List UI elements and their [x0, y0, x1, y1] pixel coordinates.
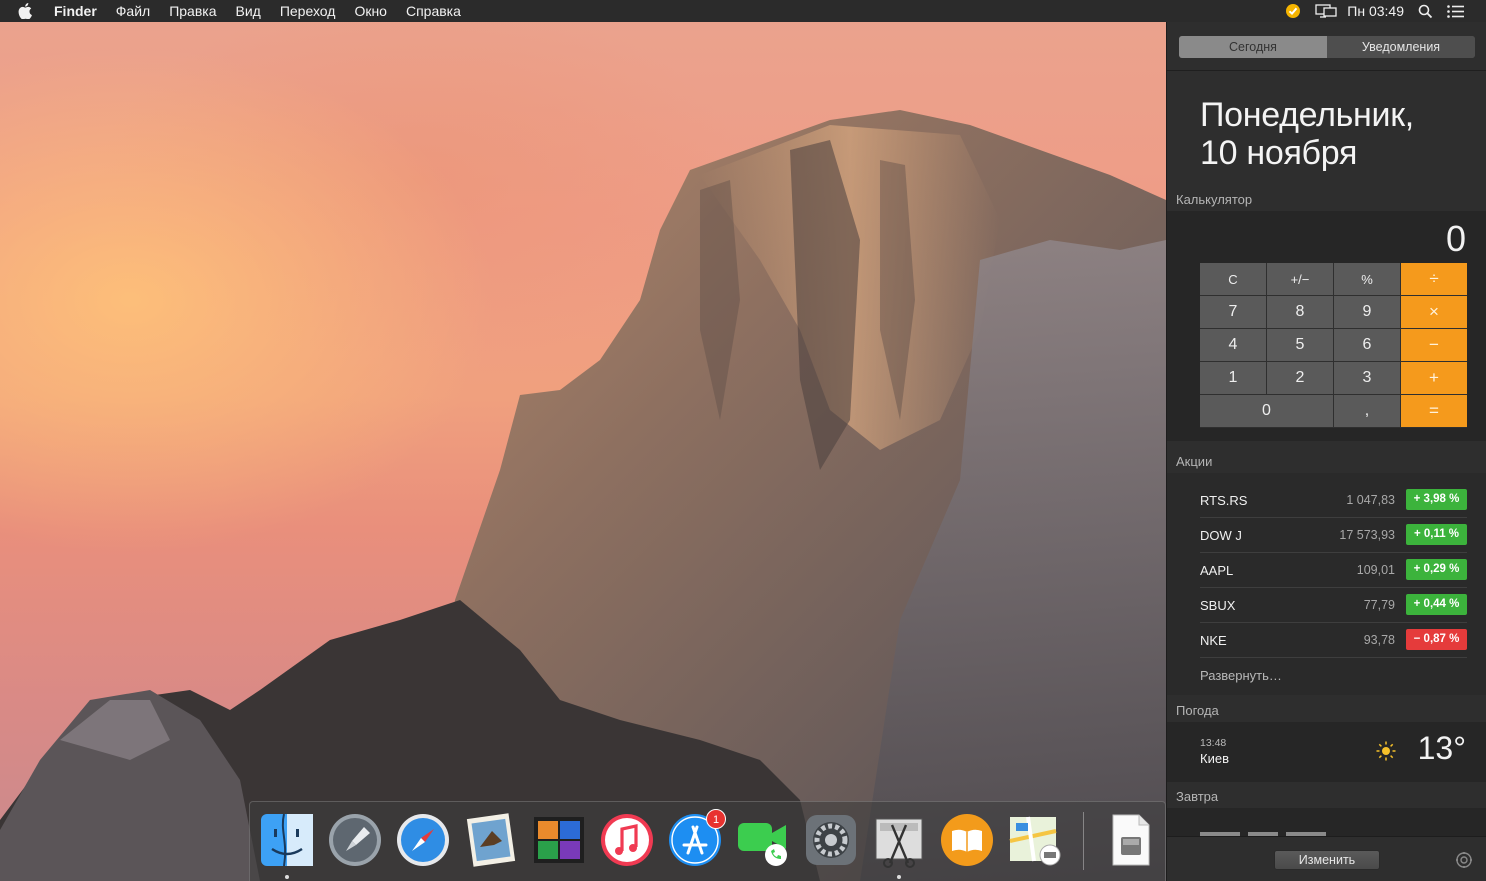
stock-symbol: SBUX — [1200, 598, 1236, 613]
calc-key-multiply[interactable]: × — [1401, 296, 1467, 328]
weather-temperature: 13° — [1417, 730, 1466, 766]
dock: 1 — [249, 801, 1166, 881]
menu-bar: Finder Файл Правка Вид Переход Окно Спра… — [0, 0, 1486, 22]
maps-icon[interactable] — [1006, 811, 1064, 869]
calculator-keypad: C +/− % ÷ 7 8 9 × 4 5 6 − 1 2 3 + 0 , = — [1200, 263, 1467, 428]
stock-price: 93,78 — [1363, 633, 1395, 647]
stock-row[interactable]: AAPL 109,01 + 0,29 % — [1200, 553, 1467, 588]
notification-center-footer: Изменить — [1167, 836, 1486, 881]
menu-file[interactable]: Файл — [116, 3, 150, 19]
stock-change-badge[interactable]: + 0,44 % — [1406, 594, 1467, 615]
mail-icon[interactable] — [462, 811, 520, 869]
stocks-widget-title: Акции — [1176, 454, 1213, 469]
date-day: 10 ноября — [1200, 134, 1358, 172]
apple-logo-icon[interactable] — [18, 3, 40, 19]
notification-center-icon[interactable] — [1447, 4, 1464, 18]
stock-symbol: DOW J — [1200, 528, 1242, 543]
calc-key-divide[interactable]: ÷ — [1401, 263, 1467, 295]
launchpad-icon[interactable] — [326, 811, 384, 869]
finder-icon[interactable] — [258, 811, 316, 869]
scissors-icon[interactable] — [870, 811, 928, 869]
menu-finder[interactable]: Finder — [54, 3, 97, 19]
stock-row[interactable]: NKE 93,78 − 0,87 % — [1200, 623, 1467, 658]
menu-view[interactable]: Вид — [236, 3, 261, 19]
menu-window[interactable]: Окно — [354, 3, 387, 19]
calc-key-8[interactable]: 8 — [1267, 296, 1333, 328]
stock-row[interactable]: RTS.RS 1 047,83 + 3,98 % — [1200, 483, 1467, 518]
sun-icon — [1375, 740, 1397, 767]
stock-row[interactable]: SBUX 77,79 + 0,44 % — [1200, 588, 1467, 623]
stock-change-badge[interactable]: + 0,11 % — [1406, 524, 1467, 545]
spotlight-search-icon[interactable] — [1418, 4, 1433, 19]
calc-key-clear[interactable]: C — [1200, 263, 1266, 295]
calc-key-2[interactable]: 2 — [1267, 362, 1333, 394]
stock-price: 17 573,93 — [1339, 528, 1395, 542]
calc-key-6[interactable]: 6 — [1334, 329, 1400, 361]
stocks-expand-link[interactable]: Развернуть… — [1200, 668, 1282, 683]
weather-widget-title: Погода — [1176, 703, 1219, 718]
stock-symbol: NKE — [1200, 633, 1227, 648]
tomorrow-widget-title: Завтра — [1176, 789, 1219, 804]
calc-key-subtract[interactable]: − — [1401, 329, 1467, 361]
divider — [1167, 70, 1486, 71]
calc-key-1[interactable]: 1 — [1200, 362, 1266, 394]
itunes-icon[interactable] — [598, 811, 656, 869]
displays-icon[interactable] — [1315, 4, 1337, 18]
today-notifications-segmented-control: Сегодня Уведомления — [1179, 36, 1475, 58]
calc-key-9[interactable]: 9 — [1334, 296, 1400, 328]
calc-key-3[interactable]: 3 — [1334, 362, 1400, 394]
dock-separator — [1083, 812, 1084, 870]
calc-key-add[interactable]: + — [1401, 362, 1467, 394]
gear-icon[interactable] — [1455, 851, 1473, 874]
tab-today[interactable]: Сегодня — [1179, 36, 1327, 58]
weather-city[interactable]: Киев — [1200, 751, 1229, 766]
status-area: Пн 03:49 — [1271, 0, 1486, 22]
notification-badge: 1 — [706, 809, 726, 829]
running-indicator — [897, 875, 901, 879]
weather-time: 13:48 — [1200, 737, 1227, 749]
calc-key-equals[interactable]: = — [1401, 395, 1467, 427]
calculator-display: 0 — [1445, 218, 1466, 259]
menu-go[interactable]: Переход — [280, 3, 336, 19]
stock-symbol: AAPL — [1200, 563, 1234, 578]
calc-key-4[interactable]: 4 — [1200, 329, 1266, 361]
calc-key-0[interactable]: 0 — [1200, 395, 1333, 427]
stock-row[interactable]: DOW J 17 573,93 + 0,11 % — [1200, 518, 1467, 553]
calc-key-5[interactable]: 5 — [1267, 329, 1333, 361]
stock-change-badge[interactable]: − 0,87 % — [1406, 629, 1467, 650]
running-indicator — [285, 875, 289, 879]
calc-key-percent[interactable]: % — [1334, 263, 1400, 295]
stock-price: 77,79 — [1363, 598, 1395, 612]
safari-icon[interactable] — [394, 811, 452, 869]
stock-price: 1 047,83 — [1346, 493, 1395, 507]
edit-button[interactable]: Изменить — [1274, 850, 1380, 870]
tab-notifications[interactable]: Уведомления — [1327, 36, 1475, 58]
today-date: Понедельник, 10 ноября — [1200, 96, 1414, 172]
stock-change-badge[interactable]: + 3,98 % — [1406, 489, 1467, 510]
stock-price: 109,01 — [1356, 563, 1395, 577]
notification-center-panel: Сегодня Уведомления Понедельник, 10 нояб… — [1166, 22, 1486, 881]
document-icon[interactable] — [1101, 811, 1159, 869]
menubar-clock[interactable]: Пн 03:49 — [1347, 3, 1404, 19]
calc-key-decimal[interactable]: , — [1334, 395, 1400, 427]
facetime-icon[interactable] — [734, 811, 792, 869]
system-preferences-icon[interactable] — [802, 811, 860, 869]
stock-change-badge[interactable]: + 0,29 % — [1406, 559, 1467, 580]
menu-edit[interactable]: Правка — [169, 3, 216, 19]
norton-check-icon[interactable] — [1285, 3, 1301, 19]
stock-symbol: RTS.RS — [1200, 493, 1248, 508]
calc-key-7[interactable]: 7 — [1200, 296, 1266, 328]
photo-booth-icon[interactable] — [530, 811, 588, 869]
menu-help[interactable]: Справка — [406, 3, 461, 19]
ibooks-icon[interactable] — [938, 811, 996, 869]
date-weekday: Понедельник, — [1200, 96, 1414, 134]
calculator-widget-title: Калькулятор — [1176, 192, 1253, 207]
calc-key-negate[interactable]: +/− — [1267, 263, 1333, 295]
